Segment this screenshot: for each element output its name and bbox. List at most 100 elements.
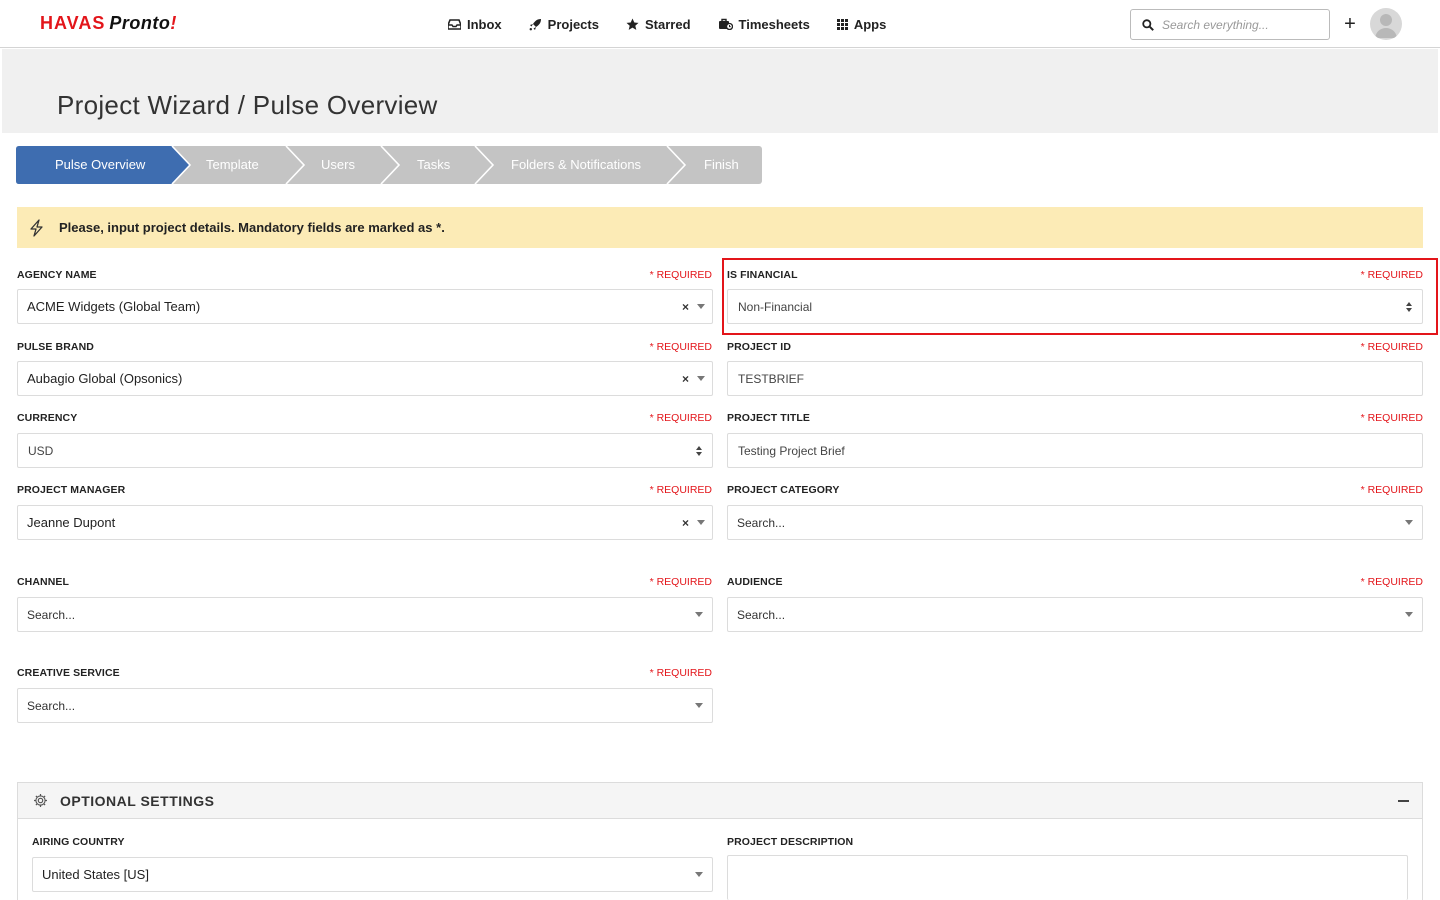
airing-country-label: AIRING COUNTRY: [32, 836, 125, 848]
channel-select[interactable]: Search...: [17, 597, 713, 632]
main-nav: Inbox Projects Starred Timesheets Apps: [448, 0, 913, 48]
optional-settings-title: OPTIONAL SETTINGS: [60, 793, 215, 809]
nav-starred[interactable]: Starred: [626, 17, 691, 32]
project-id-input[interactable]: TESTBRIEF: [727, 361, 1423, 396]
project-category-label: PROJECT CATEGORY: [727, 484, 840, 496]
project-title-input[interactable]: Testing Project Brief: [727, 433, 1423, 468]
nav-inbox[interactable]: Inbox: [448, 17, 502, 32]
currency-label: CURRENCY: [17, 412, 78, 424]
timesheets-icon: [718, 18, 733, 30]
up-down-arrows-icon: [696, 445, 702, 456]
project-manager-required: * REQUIRED: [649, 484, 712, 496]
apps-grid-icon: [836, 18, 848, 30]
project-manager-label: PROJECT MANAGER: [17, 484, 126, 496]
currency-select[interactable]: USD: [17, 433, 713, 468]
airing-country-select[interactable]: United States [US]: [32, 857, 713, 892]
step-tasks[interactable]: Tasks: [417, 146, 450, 184]
chevron-down-icon: [697, 304, 705, 309]
logo-havas: HAVAS: [40, 13, 106, 33]
chevron-down-icon: [697, 520, 705, 525]
agency-name-value: ACME Widgets (Global Team): [27, 299, 201, 314]
currency-value: USD: [28, 443, 54, 458]
clear-icon[interactable]: ×: [682, 372, 689, 386]
optional-settings-header[interactable]: OPTIONAL SETTINGS: [18, 783, 1422, 819]
currency-required: * REQUIRED: [649, 412, 712, 424]
project-title-value: Testing Project Brief: [738, 443, 845, 458]
project-id-label: PROJECT ID: [727, 341, 792, 353]
collapse-icon[interactable]: [1398, 800, 1409, 802]
star-icon: [626, 18, 639, 30]
project-description-textarea[interactable]: [727, 855, 1408, 900]
lightning-icon: [30, 218, 43, 237]
top-bar: HAVAS Pronto! Inbox Projects Starred Time…: [0, 0, 1440, 48]
inbox-icon: [448, 18, 461, 30]
havas-pronto-logo[interactable]: HAVAS Pronto!: [40, 12, 177, 34]
creative-service-required: * REQUIRED: [649, 667, 712, 679]
wizard-steps: Pulse Overview Template Users Tasks Fold…: [16, 146, 762, 184]
agency-name-select[interactable]: ACME Widgets (Global Team) ×: [17, 289, 713, 324]
chevron-down-icon: [695, 703, 703, 708]
pulse-brand-select[interactable]: Aubagio Global (Opsonics) ×: [17, 361, 713, 396]
avatar[interactable]: [1370, 8, 1402, 40]
search-icon: [1142, 18, 1154, 31]
nav-projects-label: Projects: [547, 16, 599, 32]
banner-text: Please, input project details. Mandatory…: [59, 220, 445, 235]
project-title-required: * REQUIRED: [1360, 412, 1423, 424]
creative-service-select[interactable]: Search...: [17, 688, 713, 723]
step-finish[interactable]: Finish: [704, 146, 739, 184]
agency-name-label: AGENCY NAME: [17, 269, 97, 281]
chevron-down-icon: [695, 612, 703, 617]
audience-label: AUDIENCE: [727, 576, 783, 588]
agency-name-required: * REQUIRED: [649, 269, 712, 281]
nav-timesheets[interactable]: Timesheets: [718, 17, 810, 32]
creative-service-label: CREATIVE SERVICE: [17, 667, 120, 679]
logo-bolt: !: [170, 13, 177, 33]
highlight-box: [722, 258, 1438, 335]
project-manager-value: Jeanne Dupont: [27, 515, 116, 530]
channel-required: * REQUIRED: [649, 576, 712, 588]
pulse-brand-required: * REQUIRED: [649, 341, 712, 353]
user-avatar-icon: [1375, 14, 1397, 38]
project-category-required: * REQUIRED: [1360, 484, 1423, 496]
search-input[interactable]: [1162, 17, 1322, 32]
chevron-down-icon: [1405, 612, 1413, 617]
clear-icon[interactable]: ×: [682, 300, 689, 314]
info-banner: Please, input project details. Mandatory…: [17, 207, 1423, 248]
pulse-brand-value: Aubagio Global (Opsonics): [27, 371, 183, 386]
nav-apps[interactable]: Apps: [836, 16, 887, 32]
nav-inbox-label: Inbox: [467, 16, 502, 32]
chevron-down-icon: [695, 872, 703, 877]
project-manager-select[interactable]: Jeanne Dupont ×: [17, 505, 713, 540]
add-button[interactable]: +: [1342, 13, 1358, 35]
clear-icon[interactable]: ×: [682, 516, 689, 530]
global-search: [1130, 9, 1330, 40]
chevron-down-icon: [1405, 520, 1413, 525]
rocket-icon: [529, 18, 541, 30]
audience-required: * REQUIRED: [1360, 576, 1423, 588]
audience-placeholder: Search...: [737, 607, 786, 622]
logo-pronto: Pronto: [109, 13, 171, 33]
pulse-brand-label: PULSE BRAND: [17, 341, 94, 353]
step-pulse-overview[interactable]: Pulse Overview: [55, 146, 145, 184]
step-folders-notifications[interactable]: Folders & Notifications: [511, 146, 641, 184]
audience-select[interactable]: Search...: [727, 597, 1423, 632]
project-category-placeholder: Search...: [737, 515, 786, 530]
chevron-down-icon: [697, 376, 705, 381]
project-description-label: PROJECT DESCRIPTION: [727, 836, 854, 848]
channel-label: CHANNEL: [17, 576, 70, 588]
nav-starred-label: Starred: [644, 16, 691, 32]
project-category-select[interactable]: Search...: [727, 505, 1423, 540]
page-title: Project Wizard / Pulse Overview: [57, 90, 438, 120]
channel-placeholder: Search...: [27, 607, 76, 622]
project-id-value: TESTBRIEF: [738, 371, 805, 386]
nav-timesheets-label: Timesheets: [738, 16, 810, 32]
nav-projects[interactable]: Projects: [529, 17, 599, 32]
nav-apps-label: Apps: [853, 16, 887, 32]
step-users[interactable]: Users: [321, 146, 355, 184]
step-template[interactable]: Template: [206, 146, 259, 184]
airing-country-value: United States [US]: [42, 867, 149, 882]
project-id-required: * REQUIRED: [1360, 341, 1423, 353]
creative-service-placeholder: Search...: [27, 698, 76, 713]
gear-icon: [34, 794, 47, 807]
project-title-label: PROJECT TITLE: [727, 412, 810, 424]
